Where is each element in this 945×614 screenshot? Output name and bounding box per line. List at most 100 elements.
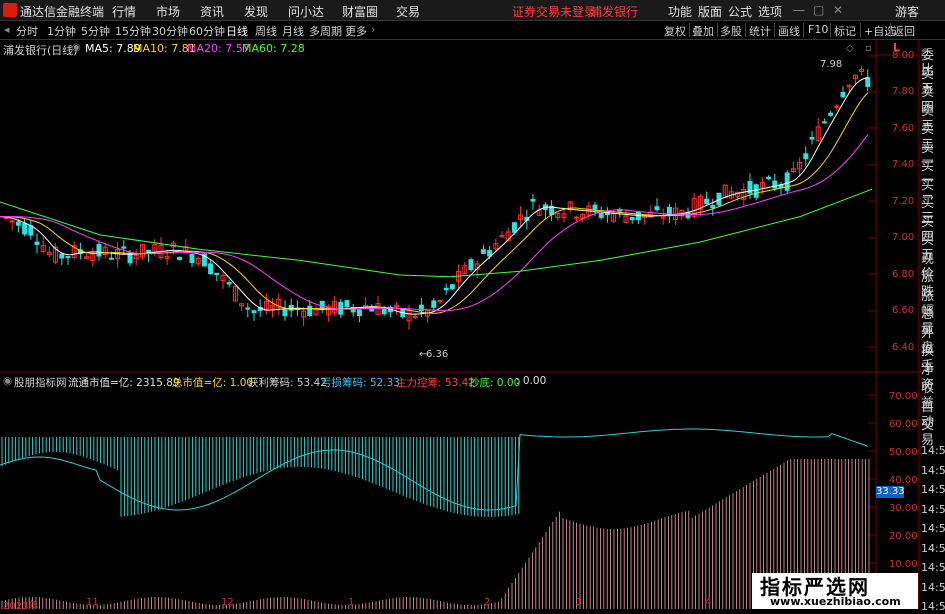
menu-function[interactable]: 功能 — [668, 3, 692, 20]
date-tick: 2023年 — [3, 601, 39, 612]
toolbar-divider — [774, 23, 775, 37]
indicator-extra-value: : 0.00 — [516, 375, 547, 387]
candle-body — [307, 305, 313, 316]
diamond-icon[interactable]: ◇ — [846, 43, 854, 54]
indicator-tick: 20.00 — [889, 531, 918, 542]
price-tick: 7.00 — [892, 232, 915, 243]
adjust-button[interactable]: 复权 — [664, 23, 686, 39]
menu-assistant[interactable]: 问小达 — [288, 3, 324, 20]
indicator-tick: 70.00 — [889, 391, 918, 402]
date-tick: 3 — [576, 597, 583, 608]
date-tick: 1 — [348, 597, 355, 608]
menu-options[interactable]: 选项 — [758, 3, 782, 20]
candle-body — [108, 257, 114, 260]
restore-icon[interactable]: ▢ — [813, 3, 824, 17]
candle-body — [766, 176, 772, 180]
period-intraday[interactable]: 分时 — [16, 23, 38, 39]
menu-market[interactable]: 行情 — [112, 3, 136, 20]
date-tick: 11 — [86, 597, 99, 608]
app-logo-icon — [3, 3, 17, 17]
candle-body — [15, 221, 21, 226]
trade-time: 14:56 — [921, 522, 945, 535]
menu-trade[interactable]: 交易 — [396, 3, 420, 20]
period-1min[interactable]: 1分钟 — [47, 23, 76, 39]
high-price-label: 7.98 — [820, 59, 843, 70]
period-15min[interactable]: 15分钟 — [115, 23, 151, 39]
kline-chart[interactable] — [0, 40, 918, 609]
toolbar-divider — [803, 23, 804, 37]
period-more[interactable]: 更多 — [345, 23, 367, 39]
price-tick: 7.20 — [892, 196, 915, 207]
price-tick: 8.00 — [892, 50, 915, 61]
period-60min[interactable]: 60分钟 — [189, 23, 225, 39]
candle-body — [226, 282, 232, 285]
candle-body — [468, 259, 474, 271]
candle-body — [530, 198, 536, 202]
more-chevron-icon[interactable]: › — [371, 23, 375, 36]
menu-news[interactable]: 资讯 — [200, 3, 224, 20]
trade-time: 14:56 — [921, 600, 945, 613]
close-icon[interactable]: ✕ — [833, 3, 843, 17]
price-tick: 6.40 — [892, 342, 915, 353]
broker-login-notice[interactable]: 证券交易未登录 — [512, 3, 596, 20]
title-bar: 通达信金融终端 行情 市场 资讯 发现 问小达 财富圈 交易 证券交易未登录 浦… — [0, 0, 945, 21]
f10-button[interactable]: F10 — [808, 23, 828, 36]
stats-button[interactable]: 统计 — [749, 23, 771, 39]
candle-body — [828, 112, 834, 116]
candle-body — [28, 225, 34, 236]
indicator-loss-chips: 亏损筹码: 52.33 — [321, 377, 400, 389]
ma-line — [0, 134, 869, 312]
guest-label[interactable]: 游客 — [895, 3, 919, 20]
overlay-button[interactable]: 叠加 — [692, 23, 714, 39]
draw-button[interactable]: 画线 — [778, 23, 800, 39]
menu-discover[interactable]: 发现 — [244, 3, 268, 20]
period-monthly[interactable]: 月线 — [282, 23, 304, 39]
toggle-arrow-icon[interactable]: ◂ — [4, 23, 10, 36]
candle-body — [753, 184, 759, 198]
period-multi[interactable]: 多周期 — [309, 23, 342, 39]
candle-body — [834, 105, 840, 108]
candle-body — [710, 205, 716, 209]
trade-time: 14:56 — [921, 463, 945, 477]
price-tick: 7.40 — [892, 159, 915, 170]
multi-stock-button[interactable]: 多股 — [720, 23, 742, 39]
candle-body — [251, 310, 257, 314]
candle-body — [381, 308, 387, 315]
period-daily[interactable]: 日线 — [226, 23, 248, 39]
candle-body — [449, 284, 455, 290]
menu-layout[interactable]: 版面 — [698, 3, 722, 20]
period-30min[interactable]: 30分钟 — [152, 23, 188, 39]
candle-body — [803, 153, 809, 160]
low-price-label: 6.36 — [426, 349, 449, 360]
period-weekly[interactable]: 周线 — [255, 23, 277, 39]
minimize-icon[interactable]: — — [793, 3, 805, 17]
date-tick: 12 — [221, 597, 234, 608]
window-icon[interactable]: ▫ — [865, 43, 872, 54]
stock-name-top: 浦发银行 — [590, 5, 639, 19]
candle-body — [704, 198, 710, 205]
candle-body — [189, 253, 195, 263]
candle-body — [598, 213, 604, 218]
indicator-name[interactable]: 股朋指标网 — [14, 375, 67, 390]
app-title: 通达信金融终端 — [20, 5, 105, 19]
ma-line — [0, 92, 869, 314]
candle-body — [431, 300, 437, 308]
menu-markets[interactable]: 市场 — [156, 3, 180, 20]
candle-body — [121, 246, 127, 249]
indicator-tick: 10.00 — [889, 559, 918, 570]
menu-wealth[interactable]: 财富圈 — [342, 3, 378, 20]
mark-button[interactable]: 标记 — [834, 23, 856, 39]
candle-body — [480, 249, 486, 254]
indicator-bars — [0, 428, 870, 609]
ma-lines — [0, 77, 873, 315]
candle-body — [865, 77, 871, 87]
candle-body — [177, 256, 183, 261]
toolbar-divider — [860, 23, 861, 37]
trade-time: 14:56 — [921, 483, 945, 496]
candle-body — [245, 307, 251, 310]
indicator-settings-icon[interactable]: ◉ — [3, 375, 12, 387]
menu-formula[interactable]: 公式 — [728, 3, 752, 20]
period-5min[interactable]: 5分钟 — [81, 23, 110, 39]
indicator-bottom-fishing: 抄底: 0.00 — [469, 377, 521, 389]
back-button[interactable]: 返回 — [893, 23, 915, 39]
